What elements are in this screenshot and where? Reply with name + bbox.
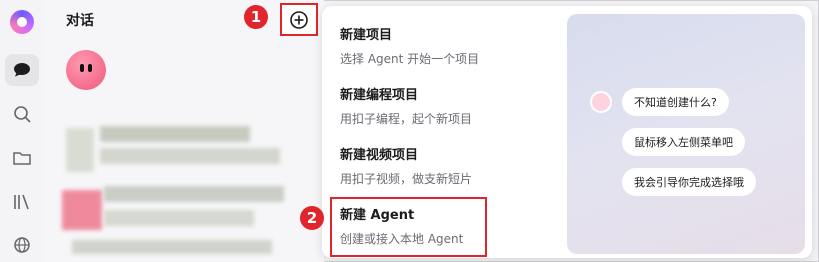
menu-item-new-agent[interactable]: 新建 Agent 创建或接入本地 Agent [340, 204, 550, 247]
avatar-eye [88, 64, 92, 72]
logo-icon[interactable] [10, 10, 34, 34]
menu-item-title: 新建编程项目 [340, 88, 419, 103]
icon-rail [0, 0, 44, 262]
menu-preview-panel: 不知道创建什么? 鼠标移入左侧菜单吧 我会引导你完成选择哦 [567, 14, 805, 254]
menu-item-desc: 用扣子编程，起个新项目 [340, 112, 473, 126]
menu-item-new-coding-project[interactable]: 新建编程项目 用扣子编程，起个新项目 [340, 84, 550, 127]
new-conversation-button[interactable] [280, 3, 318, 36]
assistant-avatar [590, 91, 612, 113]
menu-item-new-project[interactable]: 新建项目 选择 Agent 开始一个项目 [340, 24, 550, 67]
conversation-title: 对话 [66, 13, 94, 29]
step-badge: 2 [300, 206, 324, 230]
plus-circle-icon [290, 10, 308, 29]
avatar[interactable] [66, 50, 106, 90]
chat-bubble: 不知道创建什么? [622, 88, 729, 116]
menu-item-desc: 用扣子视频，做支新短片 [340, 172, 473, 186]
menu-item-desc: 创建或接入本地 Agent [340, 232, 464, 246]
menu-item-desc: 选择 Agent 开始一个项目 [340, 52, 480, 66]
conversation-list: 对话 1 [44, 0, 324, 262]
new-item-menu: 新建项目 选择 Agent 开始一个项目 新建编程项目 用扣子编程，起个新项目 … [322, 6, 812, 258]
menu-item-new-video-project[interactable]: 新建视频项目 用扣子视频，做支新短片 [340, 144, 550, 187]
menu-item-title: 新建项目 [340, 28, 393, 43]
library-icon[interactable] [12, 192, 32, 212]
globe-icon[interactable] [12, 235, 32, 255]
menu-item-title: 新建 Agent [340, 208, 415, 223]
avatar-eye [80, 64, 84, 72]
folder-icon[interactable] [12, 148, 32, 168]
search-icon[interactable] [12, 104, 32, 124]
step-badge: 1 [244, 5, 268, 29]
chat-bubble: 鼠标移入左侧菜单吧 [622, 128, 745, 156]
menu-item-title: 新建视频项目 [340, 148, 419, 163]
chat-icon [14, 63, 30, 77]
chat-bubble: 我会引导你完成选择哦 [622, 168, 756, 196]
